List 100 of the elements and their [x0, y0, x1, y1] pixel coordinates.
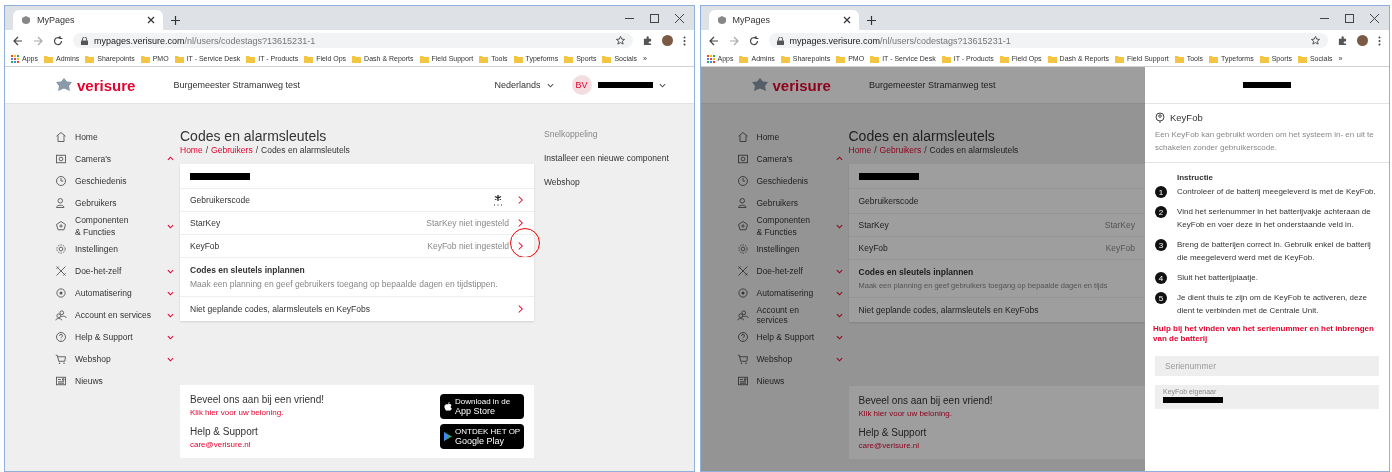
shortcut-link[interactable]: Webshop — [544, 177, 669, 187]
list-row[interactable]: KeyFob KeyFob — [848, 236, 1145, 259]
url-text: mypages.verisure.com/nl/users/codestags?13615231-1 — [94, 35, 316, 46]
chevron-right-icon[interactable] — [517, 218, 524, 228]
sidebar-item[interactable]: Nieuws — [55, 370, 180, 392]
sidebar-item[interactable]: Help & Support — [55, 326, 180, 348]
sidebar-item[interactable]: Gebruikers — [55, 192, 180, 214]
reward-link[interactable]: Klik hier voor uw beloning. — [190, 408, 440, 417]
sidebar-item[interactable]: Automatisering — [736, 282, 849, 304]
sidebar-item[interactable]: Account en services — [55, 304, 180, 326]
home-icon — [736, 131, 749, 143]
camera-icon — [55, 153, 67, 165]
sidebar-item[interactable]: Doe-het-zelf — [55, 260, 180, 282]
browser-tab[interactable]: MyPages — [13, 10, 163, 30]
chevron-right-icon[interactable] — [517, 195, 524, 205]
redaction-bar — [858, 172, 919, 180]
sidebar-item[interactable]: Automatisering — [55, 282, 180, 304]
folder-icon — [352, 54, 362, 63]
back-arrow-icon[interactable] — [13, 35, 23, 46]
referral-text: Beveel ons aan bij een vriend! — [858, 395, 994, 406]
sidebar-item[interactable]: Help & Support — [736, 326, 849, 348]
list-row[interactable]: StarKey StarKey — [848, 213, 1145, 236]
puzzle-icon[interactable] — [642, 36, 652, 45]
breadcrumb-link[interactable]: Home — [180, 145, 203, 155]
profile-avatar[interactable] — [661, 35, 673, 46]
shortcuts-heading: Snelkoppeling — [544, 129, 599, 139]
plus-icon[interactable] — [171, 16, 180, 25]
keyfob-icon — [1155, 112, 1165, 123]
close-icon[interactable] — [147, 16, 155, 24]
sidebar-item[interactable]: Componenten & Functies — [736, 214, 849, 238]
folder-icon — [43, 54, 53, 63]
sidebar-item[interactable]: Geschiedenis — [55, 170, 180, 192]
close-icon[interactable] — [1370, 13, 1379, 23]
browser-tab[interactable]: MyPages — [708, 10, 859, 30]
puzzle-icon[interactable] — [1338, 36, 1347, 45]
redaction-bar — [190, 172, 250, 180]
sidebar-item[interactable]: Componenten & Functies — [55, 214, 180, 238]
user-icon — [736, 197, 749, 209]
sidebar-item[interactable]: Home — [736, 126, 849, 148]
address-field[interactable]: mypages.verisure.com/nl/users/codestags?13615231-1 — [73, 33, 633, 48]
folder-icon — [1174, 54, 1184, 63]
address-field[interactable]: mypages.verisure.com/nl/users/codestags?13615231-1 — [768, 33, 1328, 48]
list-row[interactable]: StarKey StarKey niet ingesteld — [180, 211, 534, 234]
step-text: Vind het serienummer in het batterijvakje achteraan de KeyFob en voer deze in het onderstaande veld in. — [1177, 206, 1372, 231]
logo-wordmark: verisure — [77, 76, 136, 94]
folder-icon — [513, 54, 523, 63]
email-link[interactable]: care@verisure.nl — [190, 440, 440, 449]
sidebar-item[interactable]: Instellingen — [55, 238, 180, 260]
reload-icon[interactable] — [748, 35, 759, 46]
star-icon[interactable] — [1311, 36, 1320, 45]
folder-icon — [174, 54, 184, 63]
close-icon[interactable] — [842, 16, 851, 24]
profile-avatar[interactable] — [1357, 35, 1368, 46]
sidebar-item[interactable]: Webshop — [55, 348, 180, 370]
folder-icon — [479, 54, 489, 63]
plus-icon[interactable] — [866, 16, 876, 25]
apps-grid-icon — [11, 54, 19, 63]
serial-number-field[interactable]: Serienummer — [1155, 356, 1379, 376]
star-icon[interactable] — [615, 36, 625, 45]
sidebar-item[interactable]: Doe-het-zelf — [736, 260, 849, 282]
more-menu-icon[interactable] — [682, 35, 686, 46]
pentagon-icon — [736, 220, 749, 232]
app-store-badge[interactable]: Download in de App Store — [440, 394, 524, 419]
maximize-icon[interactable] — [649, 13, 659, 23]
sidebar-item[interactable]: Account en services — [736, 304, 849, 326]
people-icon — [736, 309, 749, 321]
google-play-badge[interactable]: ONTDEK HET OP Google Play — [440, 424, 524, 449]
maximize-icon[interactable] — [1345, 13, 1354, 23]
sidebar-item[interactable]: Camera's — [55, 148, 180, 170]
chevron-right-icon[interactable] — [517, 304, 524, 314]
folder-icon — [999, 54, 1009, 63]
sidebar-item[interactable]: Instellingen — [736, 238, 849, 260]
user-avatar[interactable]: BV — [571, 75, 592, 95]
email-link[interactable]: care@verisure.nl — [858, 441, 1135, 450]
section-title: Codes en sleutels inplannen — [190, 265, 305, 275]
list-row[interactable]: KeyFob KeyFob niet ingesteld — [180, 234, 534, 257]
list-row[interactable]: Gebruikerscode — [180, 188, 534, 211]
reward-link[interactable]: Klik hier voor uw beloning. — [858, 409, 1135, 418]
sidebar-item[interactable]: Camera's — [736, 148, 849, 170]
redaction-bar — [597, 82, 653, 88]
close-icon[interactable] — [674, 13, 684, 23]
breadcrumb-separator: / — [924, 145, 927, 155]
more-menu-icon[interactable] — [1378, 35, 1381, 46]
dial-icon — [736, 287, 749, 299]
breadcrumb-link[interactable]: Gebruikers — [211, 145, 253, 155]
help-link[interactable]: Hulp bij het vinden van het serienummer en het inbrengen van de batterij — [1153, 324, 1379, 344]
reload-icon[interactable] — [53, 35, 63, 46]
chevron-right-icon[interactable] — [517, 241, 524, 251]
list-row[interactable]: Niet geplande codes, alarmsleutels en KeyFobs — [180, 296, 534, 321]
sidebar-item[interactable]: Nieuws — [736, 370, 849, 392]
sidebar-item[interactable]: Geschiedenis — [736, 170, 849, 192]
list-row[interactable]: Gebruikerscode — [848, 188, 1145, 213]
sidebar-item[interactable]: Webshop — [736, 348, 849, 370]
language-selector[interactable]: Nederlands — [494, 80, 554, 90]
list-row[interactable]: Niet geplande codes, alarmsleutels en KeyFobs — [848, 297, 1145, 322]
sidebar-item[interactable]: Gebruikers — [736, 192, 849, 214]
back-arrow-icon[interactable] — [708, 35, 719, 46]
sidebar-item[interactable]: Home — [55, 126, 180, 148]
help-icon — [736, 331, 749, 343]
shortcut-link[interactable]: Installeer een nieuwe component — [544, 153, 669, 163]
